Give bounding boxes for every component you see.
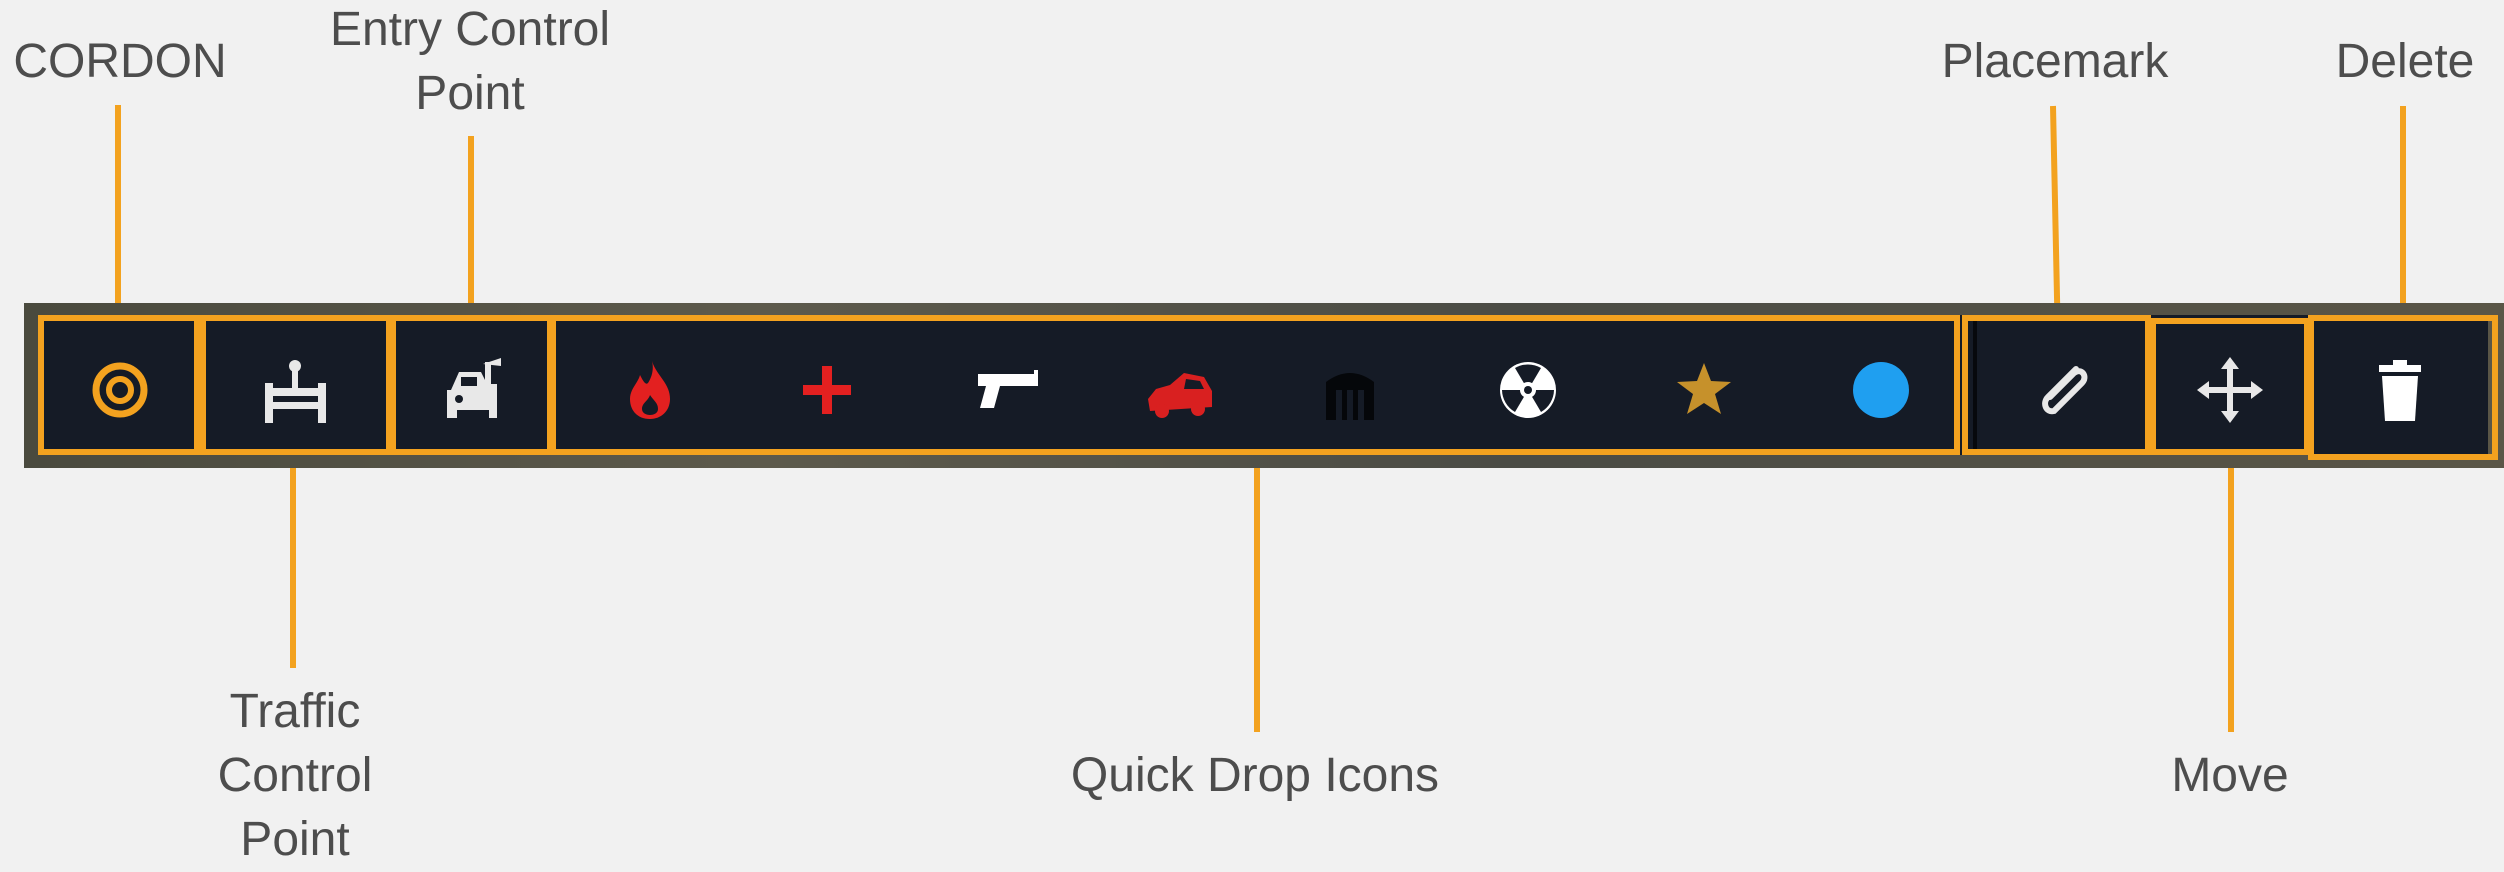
entry-control-point-label: Entry Control Point	[329, 3, 611, 120]
placemark-label: Placemark	[1941, 35, 2169, 88]
quick-drop-icons-highlight	[550, 315, 1960, 455]
quick-drop-icons-leader	[1254, 456, 1260, 732]
cordon-label: CORDON	[13, 35, 227, 88]
placemark-highlight	[1962, 315, 2151, 455]
placemark-leader	[2050, 105, 2061, 319]
cordon-leader	[115, 105, 121, 318]
delete-highlight	[2308, 315, 2498, 460]
traffic-control-point-label: Traffic Control Point	[217, 685, 373, 866]
cordon-highlight	[38, 315, 200, 455]
delete-label: Delete	[2335, 35, 2475, 88]
move-leader	[2228, 456, 2234, 732]
quick-drop-icons-label: Quick Drop Icons	[1070, 749, 1440, 802]
traffic-control-point-leader	[290, 456, 296, 668]
entry-control-point-leader	[468, 136, 474, 318]
entry-control-point-highlight	[390, 315, 553, 455]
delete-leader	[2400, 106, 2406, 318]
move-label: Move	[2171, 749, 2289, 802]
move-highlight	[2150, 318, 2310, 455]
traffic-control-point-highlight	[200, 315, 392, 455]
